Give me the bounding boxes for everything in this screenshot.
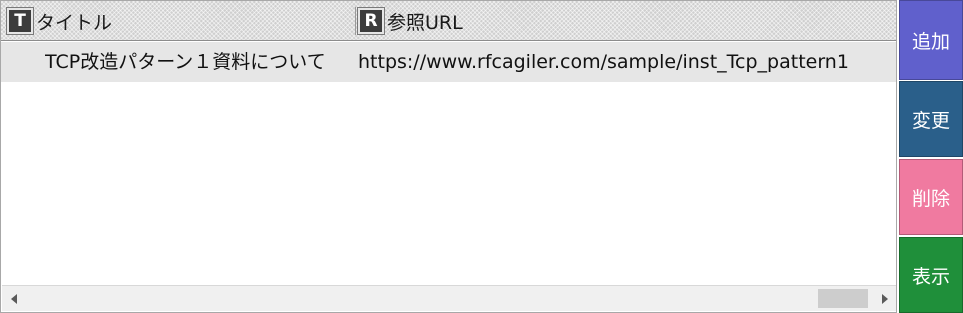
horizontal-scrollbar[interactable]: [2, 285, 896, 311]
triangle-right-icon: [882, 293, 888, 304]
column-divider[interactable]: [355, 7, 356, 35]
triangle-left-icon: [11, 293, 17, 304]
delete-button[interactable]: 削除: [899, 159, 963, 235]
cell-title[interactable]: TCP改造パターン１資料について: [45, 42, 355, 82]
show-button[interactable]: 表示: [899, 237, 963, 313]
scroll-thumb[interactable]: [818, 289, 868, 308]
cell-url[interactable]: https://www.rfcagiler.com/sample/inst_Tc…: [358, 42, 896, 82]
reference-url-panel: T タイトル R 参照URL TCP改造パターン１資料について https://…: [0, 0, 963, 313]
column-header-url[interactable]: R 参照URL: [357, 1, 888, 41]
text-type-icon: T: [6, 7, 34, 35]
show-button-label: 表示: [911, 265, 950, 288]
scroll-right-button[interactable]: [873, 286, 896, 311]
column-header-label: タイトル: [36, 11, 113, 34]
add-button-label: 追加: [911, 30, 950, 53]
delete-button-label: 削除: [911, 187, 950, 210]
table-row[interactable]: TCP改造パターン１資料について https://www.rfcagiler.c…: [1, 42, 896, 82]
add-button[interactable]: 追加: [899, 0, 963, 80]
reference-grid: T タイトル R 参照URL TCP改造パターン１資料について https://…: [0, 0, 897, 313]
scroll-left-button[interactable]: [2, 286, 26, 311]
reference-type-icon: R: [357, 7, 385, 35]
change-button[interactable]: 変更: [899, 81, 963, 157]
change-button-label: 変更: [911, 109, 950, 132]
grid-header: T タイトル R 参照URL: [1, 1, 896, 41]
column-header-label: 参照URL: [387, 11, 463, 34]
column-header-title[interactable]: T タイトル: [6, 1, 352, 41]
